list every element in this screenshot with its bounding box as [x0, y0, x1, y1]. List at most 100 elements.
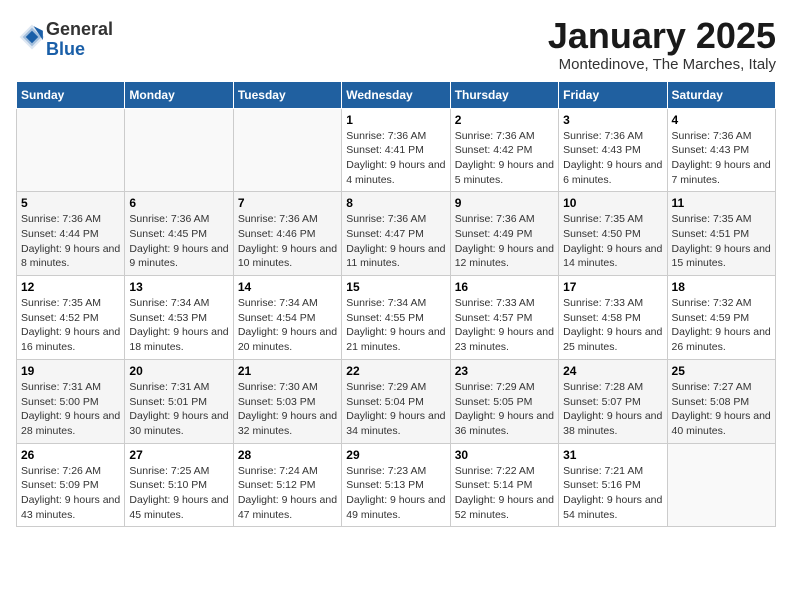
day-info: Sunrise: 7:33 AM Sunset: 4:57 PM Dayligh…: [455, 296, 554, 355]
calendar-cell: 14 Sunrise: 7:34 AM Sunset: 4:54 PM Dayli…: [233, 276, 341, 360]
calendar-cell: 2 Sunrise: 7:36 AM Sunset: 4:42 PM Daylig…: [450, 108, 558, 192]
day-info: Sunrise: 7:21 AM Sunset: 5:16 PM Dayligh…: [563, 464, 662, 523]
calendar-cell: 27 Sunrise: 7:25 AM Sunset: 5:10 PM Dayli…: [125, 443, 233, 527]
day-number: 27: [129, 448, 228, 462]
day-number: 28: [238, 448, 337, 462]
weekday-header-tuesday: Tuesday: [233, 81, 341, 108]
day-info: Sunrise: 7:30 AM Sunset: 5:03 PM Dayligh…: [238, 380, 337, 439]
day-info: Sunrise: 7:23 AM Sunset: 5:13 PM Dayligh…: [346, 464, 445, 523]
day-info: Sunrise: 7:36 AM Sunset: 4:47 PM Dayligh…: [346, 212, 445, 271]
day-number: 12: [21, 280, 120, 294]
day-number: 2: [455, 113, 554, 127]
day-info: Sunrise: 7:33 AM Sunset: 4:58 PM Dayligh…: [563, 296, 662, 355]
calendar-cell: 13Sunrise: 7:34 AM Sunset: 4:53 PM Dayli…: [125, 276, 233, 360]
day-info: Sunrise: 7:31 AM Sunset: 5:01 PM Dayligh…: [129, 380, 228, 439]
calendar-cell: 17Sunrise: 7:33 AM Sunset: 4:58 PM Dayli…: [559, 276, 667, 360]
weekday-header-sunday: Sunday: [17, 81, 125, 108]
calendar-cell: 5 Sunrise: 7:36 AM Sunset: 4:44 PM Daylig…: [17, 192, 125, 276]
day-info: Sunrise: 7:29 AM Sunset: 5:04 PM Dayligh…: [346, 380, 445, 439]
day-number: 14: [238, 280, 337, 294]
day-info: Sunrise: 7:34 AM Sunset: 4:54 PM Dayligh…: [238, 296, 337, 355]
day-number: 29: [346, 448, 445, 462]
day-number: 23: [455, 364, 554, 378]
day-info: Sunrise: 7:35 AM Sunset: 4:52 PM Dayligh…: [21, 296, 120, 355]
weekday-header-wednesday: Wednesday: [342, 81, 450, 108]
weekday-header-row: SundayMondayTuesdayWednesdayThursdayFrid…: [17, 81, 776, 108]
day-info: Sunrise: 7:32 AM Sunset: 4:59 PM Dayligh…: [672, 296, 771, 355]
calendar-cell: 16 Sunrise: 7:33 AM Sunset: 4:57 PM Dayli…: [450, 276, 558, 360]
day-info: Sunrise: 7:35 AM Sunset: 4:50 PM Dayligh…: [563, 212, 662, 271]
logo: General Blue: [16, 20, 113, 60]
calendar-cell: 30 Sunrise: 7:22 AM Sunset: 5:14 PM Dayli…: [450, 443, 558, 527]
day-info: Sunrise: 7:36 AM Sunset: 4:46 PM Dayligh…: [238, 212, 337, 271]
day-info: Sunrise: 7:36 AM Sunset: 4:44 PM Dayligh…: [21, 212, 120, 271]
day-info: Sunrise: 7:35 AM Sunset: 4:51 PM Dayligh…: [672, 212, 771, 271]
calendar-cell: 3Sunrise: 7:36 AM Sunset: 4:43 PM Daylig…: [559, 108, 667, 192]
day-info: Sunrise: 7:24 AM Sunset: 5:12 PM Dayligh…: [238, 464, 337, 523]
calendar-cell: 28 Sunrise: 7:24 AM Sunset: 5:12 PM Dayli…: [233, 443, 341, 527]
title-block: January 2025 Montedinove, The Marches, I…: [548, 16, 776, 73]
calendar-cell: 11Sunrise: 7:35 AM Sunset: 4:51 PM Dayli…: [667, 192, 775, 276]
calendar-cell: [17, 108, 125, 192]
day-number: 24: [563, 364, 662, 378]
day-number: 1: [346, 113, 445, 127]
calendar-cell: 4 Sunrise: 7:36 AM Sunset: 4:43 PM Daylig…: [667, 108, 775, 192]
day-number: 21: [238, 364, 337, 378]
calendar-cell: [667, 443, 775, 527]
day-info: Sunrise: 7:36 AM Sunset: 4:49 PM Dayligh…: [455, 212, 554, 271]
day-number: 18: [672, 280, 771, 294]
calendar-cell: 1Sunrise: 7:36 AM Sunset: 4:41 PM Daylig…: [342, 108, 450, 192]
day-info: Sunrise: 7:36 AM Sunset: 4:45 PM Dayligh…: [129, 212, 228, 271]
calendar-table: SundayMondayTuesdayWednesdayThursdayFrid…: [16, 81, 776, 528]
calendar-cell: 9Sunrise: 7:36 AM Sunset: 4:49 PM Daylig…: [450, 192, 558, 276]
calendar-subtitle: Montedinove, The Marches, Italy: [548, 56, 776, 73]
weekday-header-thursday: Thursday: [450, 81, 558, 108]
day-number: 8: [346, 196, 445, 210]
day-info: Sunrise: 7:36 AM Sunset: 4:43 PM Dayligh…: [672, 129, 771, 188]
weekday-header-friday: Friday: [559, 81, 667, 108]
logo-icon: [18, 23, 46, 51]
day-number: 30: [455, 448, 554, 462]
day-number: 16: [455, 280, 554, 294]
calendar-week-row: 19 Sunrise: 7:31 AM Sunset: 5:00 PM Dayli…: [17, 359, 776, 443]
day-number: 13: [129, 280, 228, 294]
day-info: Sunrise: 7:36 AM Sunset: 4:42 PM Dayligh…: [455, 129, 554, 188]
calendar-cell: 8 Sunrise: 7:36 AM Sunset: 4:47 PM Daylig…: [342, 192, 450, 276]
calendar-cell: 18 Sunrise: 7:32 AM Sunset: 4:59 PM Dayli…: [667, 276, 775, 360]
day-info: Sunrise: 7:25 AM Sunset: 5:10 PM Dayligh…: [129, 464, 228, 523]
logo-blue-text: Blue: [46, 39, 85, 59]
day-info: Sunrise: 7:22 AM Sunset: 5:14 PM Dayligh…: [455, 464, 554, 523]
calendar-cell: 21 Sunrise: 7:30 AM Sunset: 5:03 PM Dayli…: [233, 359, 341, 443]
calendar-title: January 2025: [548, 16, 776, 56]
day-number: 20: [129, 364, 228, 378]
calendar-cell: 20 Sunrise: 7:31 AM Sunset: 5:01 PM Dayli…: [125, 359, 233, 443]
day-number: 25: [672, 364, 771, 378]
weekday-header-monday: Monday: [125, 81, 233, 108]
calendar-cell: 29 Sunrise: 7:23 AM Sunset: 5:13 PM Dayli…: [342, 443, 450, 527]
day-number: 15: [346, 280, 445, 294]
day-info: Sunrise: 7:31 AM Sunset: 5:00 PM Dayligh…: [21, 380, 120, 439]
calendar-cell: 31Sunrise: 7:21 AM Sunset: 5:16 PM Dayli…: [559, 443, 667, 527]
calendar-cell: 7Sunrise: 7:36 AM Sunset: 4:46 PM Daylig…: [233, 192, 341, 276]
calendar-week-row: 1Sunrise: 7:36 AM Sunset: 4:41 PM Daylig…: [17, 108, 776, 192]
calendar-cell: [125, 108, 233, 192]
calendar-cell: 24 Sunrise: 7:28 AM Sunset: 5:07 PM Dayli…: [559, 359, 667, 443]
day-number: 22: [346, 364, 445, 378]
day-info: Sunrise: 7:27 AM Sunset: 5:08 PM Dayligh…: [672, 380, 771, 439]
day-info: Sunrise: 7:34 AM Sunset: 4:55 PM Dayligh…: [346, 296, 445, 355]
day-info: Sunrise: 7:28 AM Sunset: 5:07 PM Dayligh…: [563, 380, 662, 439]
calendar-cell: 19 Sunrise: 7:31 AM Sunset: 5:00 PM Dayli…: [17, 359, 125, 443]
calendar-cell: 6Sunrise: 7:36 AM Sunset: 4:45 PM Daylig…: [125, 192, 233, 276]
day-number: 5: [21, 196, 120, 210]
calendar-cell: 26 Sunrise: 7:26 AM Sunset: 5:09 PM Dayli…: [17, 443, 125, 527]
calendar-cell: 23 Sunrise: 7:29 AM Sunset: 5:05 PM Dayli…: [450, 359, 558, 443]
day-number: 19: [21, 364, 120, 378]
calendar-cell: 10Sunrise: 7:35 AM Sunset: 4:50 PM Dayli…: [559, 192, 667, 276]
day-number: 4: [672, 113, 771, 127]
calendar-week-row: 26 Sunrise: 7:26 AM Sunset: 5:09 PM Dayli…: [17, 443, 776, 527]
day-number: 26: [21, 448, 120, 462]
weekday-header-saturday: Saturday: [667, 81, 775, 108]
day-info: Sunrise: 7:29 AM Sunset: 5:05 PM Dayligh…: [455, 380, 554, 439]
day-info: Sunrise: 7:26 AM Sunset: 5:09 PM Dayligh…: [21, 464, 120, 523]
calendar-week-row: 5 Sunrise: 7:36 AM Sunset: 4:44 PM Daylig…: [17, 192, 776, 276]
